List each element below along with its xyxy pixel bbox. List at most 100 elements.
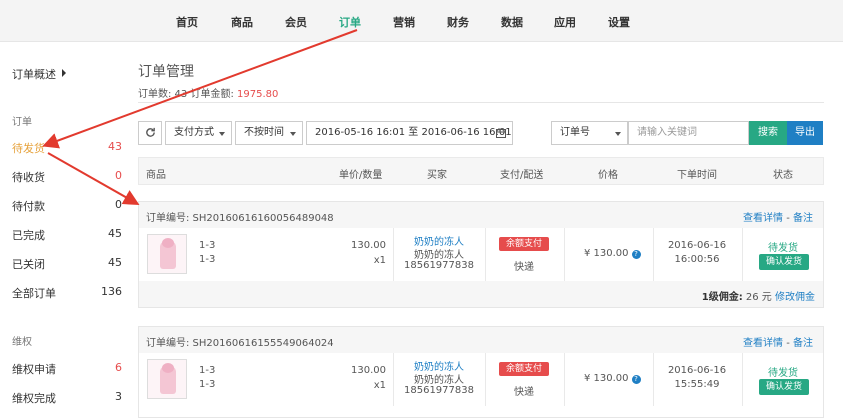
sidebar-item-all-orders[interactable]: 全部订单 136	[0, 283, 128, 303]
order-card: 订单编号: SH20160616155549064024 查看详情 - 备注 1…	[138, 326, 824, 418]
divider	[138, 102, 824, 103]
sidebar-item-count: 0	[115, 198, 122, 211]
nav-apps[interactable]: 应用	[554, 14, 576, 30]
order-amount: ¥ 130.00?	[584, 248, 641, 259]
page-title: 订单管理	[138, 64, 194, 80]
view-detail-link[interactable]: 查看详情	[743, 338, 783, 349]
time-filter-value: 不按时间	[244, 127, 284, 138]
nav-home[interactable]: 首页	[176, 14, 198, 30]
sidebar-item-label: 待付款	[12, 200, 45, 213]
export-button[interactable]: 导出	[787, 121, 823, 145]
confirm-shipment-button[interactable]: 确认发货	[759, 254, 809, 270]
order-time: 16:00:56	[674, 254, 720, 265]
sidebar-item-pending-payment[interactable]: 待付款 0	[0, 196, 128, 216]
sidebar-group-order: 订单	[12, 117, 32, 128]
buyer-phone: 18561977838	[404, 385, 474, 396]
sidebar-item-label: 待发货	[12, 142, 45, 155]
divider	[393, 353, 394, 406]
col-price-qty: 单价/数量	[339, 170, 383, 181]
buyer-nickname: 奶奶的冻人	[414, 375, 464, 386]
divider	[653, 228, 654, 281]
refresh-button[interactable]	[138, 121, 162, 145]
remark-link[interactable]: 备注	[793, 213, 813, 224]
search-button[interactable]: 搜索	[749, 121, 787, 145]
sidebar-group-rights: 维权	[12, 337, 32, 348]
sidebar-item-count: 45	[108, 227, 122, 240]
refresh-icon	[146, 127, 155, 137]
sidebar-item-count: 6	[115, 361, 122, 374]
nav-orders[interactable]: 订单	[339, 14, 361, 30]
chevron-down-icon	[219, 132, 225, 136]
col-status: 状态	[773, 170, 793, 181]
divider	[485, 353, 486, 406]
divider	[393, 228, 394, 281]
sidebar-item-count: 136	[101, 285, 122, 298]
sidebar-item-completed[interactable]: 已完成 45	[0, 225, 128, 245]
sidebar-item-closed[interactable]: 已关闭 45	[0, 254, 128, 274]
pay-method-select[interactable]: 支付方式	[165, 121, 232, 145]
nav-marketing[interactable]: 营销	[393, 14, 415, 30]
sidebar-item-label: 待收货	[12, 171, 45, 184]
sidebar-item-count: 45	[108, 256, 122, 269]
confirm-shipment-button[interactable]: 确认发货	[759, 379, 809, 395]
nav-goods[interactable]: 商品	[231, 14, 253, 30]
pay-method-value: 支付方式	[174, 127, 214, 138]
remark-link[interactable]: 备注	[793, 338, 813, 349]
search-field-value: 订单号	[560, 127, 590, 138]
chevron-down-icon	[290, 132, 296, 136]
quantity: x1	[373, 380, 386, 391]
order-footer: 1级佣金: 26 元 修改佣金	[139, 281, 823, 307]
help-icon[interactable]: ?	[631, 250, 641, 259]
order-row: 1-3 1-3 130.00 x1 奶奶的冻人 奶奶的冻人 1856197783…	[139, 228, 823, 281]
divider	[742, 228, 743, 281]
view-detail-link[interactable]: 查看详情	[743, 213, 783, 224]
sidebar-order-overview[interactable]: 订单概述	[12, 66, 56, 82]
sidebar-item-count: 43	[108, 140, 122, 153]
sidebar-item-label: 已完成	[12, 229, 45, 242]
time-filter-select[interactable]: 不按时间	[235, 121, 303, 145]
sidebar-item-rights-apply[interactable]: 维权申请 6	[0, 359, 128, 379]
sidebar-item-count: 0	[115, 169, 122, 182]
sidebar-item-pending-shipment[interactable]: 待发货 43	[0, 138, 128, 158]
commission-value: 26 元	[745, 292, 772, 303]
sidebar-item-pending-receipt[interactable]: 待收货 0	[0, 167, 128, 187]
order-date: 2016-06-16	[667, 365, 727, 376]
col-price: 价格	[598, 170, 618, 181]
delivery-method: 快递	[514, 387, 534, 398]
sidebar: 订单概述 订单 待发货 43 待收货 0 待付款 0 已完成 45 已关闭 45…	[0, 43, 128, 416]
order-number: 订单编号: SH20160616160056489048	[146, 213, 334, 224]
nav-data[interactable]: 数据	[501, 14, 523, 30]
nav-members[interactable]: 会员	[285, 14, 307, 30]
order-amount-value: ¥ 130.00	[584, 248, 629, 259]
col-goods: 商品	[146, 170, 166, 181]
product-thumbnail[interactable]	[147, 359, 187, 399]
keyword-input[interactable]: 请输入关键词	[628, 121, 749, 145]
sidebar-item-label: 维权申请	[12, 363, 56, 376]
divider	[564, 353, 565, 406]
help-icon[interactable]: ?	[631, 375, 641, 384]
sidebar-item-label: 维权完成	[12, 392, 56, 405]
buyer-phone: 18561977838	[404, 260, 474, 271]
search-field-select[interactable]: 订单号	[551, 121, 628, 145]
sidebar-item-count: 3	[115, 390, 122, 403]
col-order-time: 下单时间	[677, 170, 717, 181]
modify-commission-link[interactable]: 修改佣金	[775, 292, 815, 303]
divider	[742, 353, 743, 406]
nav-finance[interactable]: 财务	[447, 14, 469, 30]
date-range-input[interactable]: 2016-05-16 16:01 至 2016-06-16 16:01	[306, 121, 513, 145]
product-thumbnail[interactable]	[147, 234, 187, 274]
order-header: 订单编号: SH20160616160056489048 查看详情 - 备注	[139, 202, 823, 228]
quantity: x1	[373, 255, 386, 266]
nav-settings[interactable]: 设置	[608, 14, 630, 30]
link-separator: -	[786, 213, 790, 224]
order-date: 2016-06-16	[667, 240, 727, 251]
product-spec: 1-3	[199, 240, 216, 251]
order-links: 查看详情 - 备注	[743, 209, 813, 224]
sidebar-item-rights-done[interactable]: 维权完成 3	[0, 388, 128, 408]
order-time: 15:55:49	[674, 379, 720, 390]
order-row: 1-3 1-3 130.00 x1 奶奶的冻人 奶奶的冻人 1856197783…	[139, 353, 823, 406]
caret-right-icon	[62, 69, 66, 77]
commission-label: 1级佣金:	[701, 292, 743, 303]
hood-shape	[162, 238, 174, 248]
divider	[564, 228, 565, 281]
